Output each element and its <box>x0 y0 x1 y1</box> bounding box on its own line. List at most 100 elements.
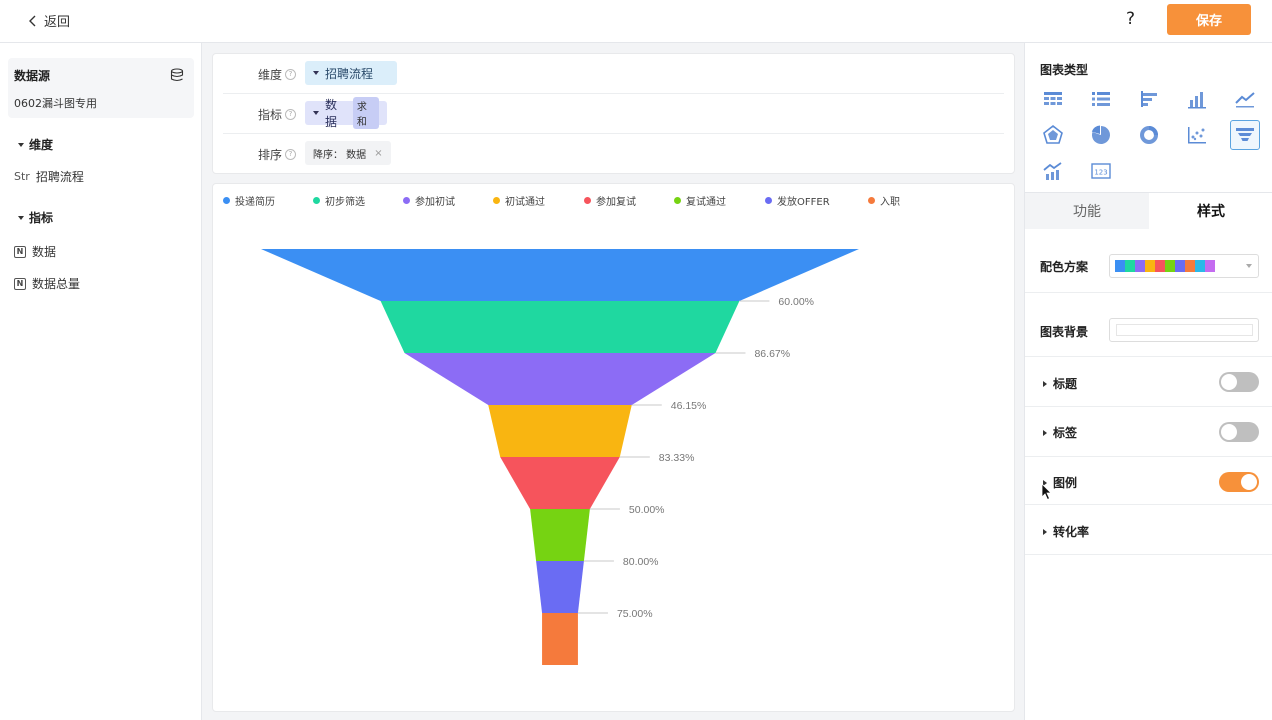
save-button[interactable]: 保存 <box>1167 4 1251 35</box>
legend-dot <box>674 197 681 204</box>
legend-label: 入职 <box>880 197 900 208</box>
legend-item[interactable]: 参加复试 <box>584 193 636 208</box>
toggle-knob <box>1241 474 1257 490</box>
dimension-pill[interactable]: 招聘流程 <box>305 61 397 85</box>
funnel-segment[interactable] <box>488 405 632 457</box>
toggle-knob <box>1221 424 1237 440</box>
legend-dot <box>868 197 875 204</box>
legend-item[interactable]: 投递简历 <box>223 193 275 208</box>
list-icon[interactable] <box>1087 85 1115 113</box>
dimension-value: 招聘流程 <box>325 66 374 81</box>
field-name: 招聘流程 <box>35 170 84 184</box>
toggle-knob <box>1221 374 1237 390</box>
bar-chart-icon[interactable] <box>1183 85 1211 113</box>
number-card-icon[interactable]: 123 <box>1087 157 1115 185</box>
aggregation-badge: 求和 <box>352 97 379 129</box>
number-type-badge: N <box>14 277 26 290</box>
legend-dot <box>313 197 320 204</box>
legend-dot <box>493 197 500 204</box>
radar-icon[interactable] <box>1039 121 1067 149</box>
help-icon[interactable]: ? <box>1126 9 1135 29</box>
conversion-section: 转化率 <box>1025 505 1272 555</box>
combo-chart-icon[interactable] <box>1039 157 1067 185</box>
title-section-header[interactable]: 标题 <box>1043 375 1077 392</box>
label-toggle[interactable] <box>1219 422 1259 442</box>
top-bar: 返回 ? 保存 <box>0 0 1272 43</box>
collapse-icon <box>18 215 24 220</box>
help-circle-icon[interactable]: ? <box>285 69 297 80</box>
database-switch-icon[interactable] <box>170 68 184 82</box>
funnel-segment[interactable] <box>536 561 584 613</box>
line-chart-icon[interactable] <box>1231 85 1259 113</box>
legend-label: 复试通过 <box>686 197 726 208</box>
close-icon[interactable]: × <box>374 148 382 159</box>
horizontal-bar-icon[interactable] <box>1135 85 1163 113</box>
color-swatch <box>1135 260 1145 272</box>
expand-icon <box>1043 429 1047 436</box>
legend-dot <box>765 197 772 204</box>
color-swatch <box>1175 260 1185 272</box>
label-section: 标签 <box>1025 407 1272 457</box>
legend-label: 初试通过 <box>505 197 545 208</box>
metric-field-item[interactable]: N 数据总量 <box>14 275 80 292</box>
panel-tabs: 功能 样式 <box>1025 192 1272 229</box>
color-swatch <box>1145 260 1155 272</box>
table-icon[interactable] <box>1039 85 1067 113</box>
legend-dot <box>403 197 410 204</box>
funnel-icon[interactable] <box>1230 120 1260 150</box>
color-swatch <box>1205 260 1215 272</box>
chart-type-title: 图表类型 <box>1040 63 1089 77</box>
legend-section: 图例 <box>1025 457 1272 505</box>
color-swatch <box>1115 260 1125 272</box>
legend-label: 发放OFFER <box>777 197 830 208</box>
sort-row: 排序? 降序： 数据 × <box>223 134 1004 174</box>
tab-style[interactable]: 样式 <box>1149 193 1272 229</box>
color-swatch <box>1165 260 1175 272</box>
metric-field-item[interactable]: N 数据 <box>14 243 56 260</box>
color-preview <box>1116 324 1253 336</box>
background-color-picker[interactable] <box>1109 318 1259 342</box>
back-button[interactable]: 返回 <box>28 11 70 30</box>
metric-row: 指标? 数据 求和 <box>223 94 1004 134</box>
help-circle-icon[interactable]: ? <box>285 149 297 160</box>
title-toggle[interactable] <box>1219 372 1259 392</box>
scatter-icon[interactable] <box>1183 121 1211 149</box>
field-panel: 数据源 0602漏斗图专用 维度 Str 招聘流程 指标 N 数据 N 数据总量 <box>0 43 202 720</box>
help-circle-icon[interactable]: ? <box>285 109 297 120</box>
legend-item[interactable]: 复试通过 <box>674 193 726 208</box>
title-section-label: 标题 <box>1053 377 1078 391</box>
dimension-field-item[interactable]: Str 招聘流程 <box>14 168 84 185</box>
legend-item[interactable]: 初试通过 <box>493 193 545 208</box>
legend-item[interactable]: 发放OFFER <box>765 193 830 208</box>
donut-icon[interactable] <box>1135 121 1163 149</box>
legend-toggle[interactable] <box>1219 472 1259 492</box>
legend-label: 参加复试 <box>596 197 636 208</box>
conversion-section-label: 转化率 <box>1053 525 1090 539</box>
funnel-segment[interactable] <box>380 301 740 353</box>
pie-icon[interactable] <box>1087 121 1115 149</box>
legend-label: 参加初试 <box>415 197 455 208</box>
dropdown-icon <box>313 71 319 75</box>
color-scheme-select[interactable] <box>1109 254 1259 278</box>
datasource-name: 0602漏斗图专用 <box>14 97 97 110</box>
legend-item[interactable]: 参加初试 <box>403 193 455 208</box>
metric-section-header[interactable]: 指标 <box>18 209 53 226</box>
sort-pill[interactable]: 降序： 数据 × <box>305 141 391 165</box>
datasource-card: 数据源 0602漏斗图专用 <box>8 58 194 118</box>
metric-section-label: 指标 <box>29 211 54 225</box>
dimension-section-header[interactable]: 维度 <box>18 136 53 153</box>
legend-item[interactable]: 入职 <box>868 193 900 208</box>
field-name: 数据 <box>32 245 57 259</box>
property-panel: 图表类型 123 功能 样式 配色方案 图表背景 标题 标签 图例 转化率 <box>1024 43 1272 720</box>
dimension-section-label: 维度 <box>29 138 54 152</box>
label-section-header[interactable]: 标签 <box>1043 424 1077 441</box>
funnel-segment[interactable] <box>530 509 590 561</box>
funnel-segment[interactable] <box>542 613 578 665</box>
legend-item[interactable]: 初步筛选 <box>313 193 365 208</box>
metric-pill[interactable]: 数据 求和 <box>305 97 387 129</box>
conversion-section-header[interactable]: 转化率 <box>1043 523 1089 540</box>
svg-text:123: 123 <box>1094 169 1107 177</box>
tab-function[interactable]: 功能 <box>1025 193 1149 229</box>
legend-label: 初步筛选 <box>325 197 365 208</box>
expand-icon <box>1043 380 1047 387</box>
